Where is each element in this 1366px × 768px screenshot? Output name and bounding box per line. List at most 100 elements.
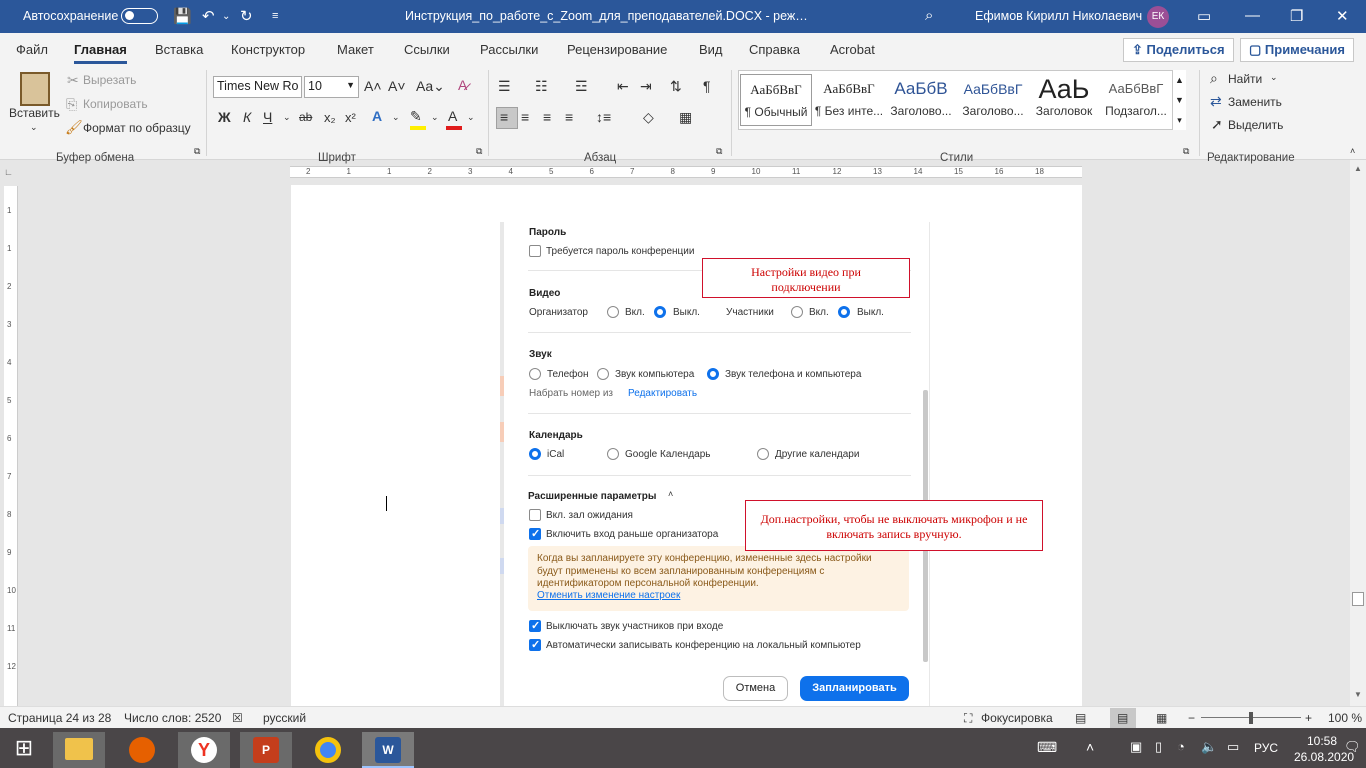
- customize-toolbar-icon[interactable]: ≡: [272, 10, 278, 22]
- vertical-scrollbar[interactable]: ▲ ▼: [1350, 160, 1366, 706]
- zoom-in-icon[interactable]: +: [1305, 711, 1312, 725]
- grow-font-icon[interactable]: A˄: [364, 78, 382, 94]
- close-icon[interactable]: ✕: [1336, 7, 1349, 25]
- text-effects-icon[interactable]: A: [372, 108, 382, 124]
- style-subtitle[interactable]: АаБбВвГ Подзагол...: [1100, 74, 1172, 126]
- redo-icon[interactable]: ↻: [240, 7, 253, 25]
- increase-indent-icon[interactable]: ⇥: [640, 78, 652, 95]
- clock-time[interactable]: 10:58: [1307, 734, 1337, 748]
- word-taskbar-button[interactable]: W: [362, 732, 414, 768]
- dialog-launcher-icon[interactable]: ⧉: [194, 146, 200, 157]
- align-right-icon[interactable]: ≡: [543, 109, 551, 125]
- superscript-icon[interactable]: x²: [345, 110, 356, 125]
- avatar[interactable]: ЕК: [1147, 6, 1169, 28]
- tab-acrobat[interactable]: Acrobat: [830, 42, 875, 57]
- chrome-taskbar-button[interactable]: [302, 732, 354, 768]
- firefox-taskbar-button[interactable]: [116, 732, 168, 768]
- save-icon[interactable]: 💾: [173, 7, 192, 25]
- italic-button[interactable]: К: [243, 109, 251, 125]
- zoom-out-icon[interactable]: −: [1188, 711, 1195, 725]
- bold-button[interactable]: Ж: [218, 109, 231, 125]
- focus-button[interactable]: Фокусировка: [981, 711, 1053, 725]
- align-center-icon[interactable]: ≡: [521, 109, 529, 125]
- word-count[interactable]: Число слов: 2520: [124, 711, 221, 725]
- paste-button[interactable]: Вставить: [9, 106, 60, 120]
- explorer-taskbar-button[interactable]: [53, 732, 105, 768]
- format-painter-button[interactable]: Формат по образцу: [83, 121, 191, 135]
- start-button[interactable]: ⊞: [0, 728, 48, 768]
- undo-dropdown-icon[interactable]: ⌄: [222, 11, 230, 22]
- scroll-thumb[interactable]: [1352, 592, 1364, 606]
- share-button[interactable]: ⇪ Поделиться: [1123, 38, 1234, 62]
- search-icon[interactable]: ⌕: [925, 7, 933, 24]
- zoom-level[interactable]: 100 %: [1328, 711, 1362, 725]
- tab-help[interactable]: Справка: [749, 42, 800, 57]
- highlight-icon[interactable]: ✎: [410, 108, 422, 125]
- numbering-icon[interactable]: ☷: [535, 78, 548, 95]
- paste-icon[interactable]: [20, 72, 50, 106]
- wifi-icon[interactable]: ◔: [1177, 739, 1185, 754]
- styles-dialog-launcher-icon[interactable]: ⧉: [1183, 146, 1189, 157]
- style-heading-1[interactable]: АаБбВ Заголово...: [885, 74, 957, 126]
- subscript-icon[interactable]: x₂: [324, 110, 336, 125]
- autosave-toggle[interactable]: [121, 8, 158, 24]
- underline-button[interactable]: Ч: [263, 109, 272, 125]
- sort-icon[interactable]: ⇅: [670, 78, 682, 95]
- font-size-combo[interactable]: 10 ▼: [304, 76, 359, 98]
- paragraph-dialog-launcher-icon[interactable]: ⧉: [716, 146, 722, 157]
- select-button[interactable]: Выделить: [1228, 118, 1283, 132]
- find-button[interactable]: Найти: [1228, 72, 1262, 86]
- tab-file[interactable]: Файл: [16, 42, 48, 57]
- scroll-down-icon[interactable]: ▼: [1354, 690, 1362, 699]
- style-heading-2[interactable]: АаБбВвГ Заголово...: [957, 74, 1029, 126]
- style-normal[interactable]: АаБбВвГ ¶ Обычный: [740, 74, 812, 126]
- comments-button[interactable]: ▢ Примечания: [1240, 38, 1354, 62]
- tab-selector[interactable]: ∟: [4, 167, 13, 177]
- yandex-taskbar-button[interactable]: Y: [178, 732, 230, 768]
- tab-mailings[interactable]: Рассылки: [480, 42, 538, 57]
- font-name-combo[interactable]: Times New Ro: [213, 76, 302, 98]
- read-mode-icon[interactable]: ▤: [1075, 711, 1086, 725]
- battery-icon[interactable]: ▯: [1155, 739, 1162, 755]
- powerpoint-taskbar-button[interactable]: P: [240, 732, 292, 768]
- borders-icon[interactable]: ▦: [679, 109, 692, 126]
- font-dialog-launcher-icon[interactable]: ⧉: [476, 146, 482, 157]
- app-tray-icon[interactable]: ▣: [1130, 739, 1142, 755]
- decrease-indent-icon[interactable]: ⇤: [617, 78, 629, 95]
- language-indicator[interactable]: русский: [263, 711, 306, 725]
- text-effects-dropdown-icon[interactable]: ⌄: [392, 112, 400, 123]
- copy-button[interactable]: Копировать: [83, 97, 148, 111]
- strikethrough-icon[interactable]: ab: [299, 110, 312, 124]
- underline-dropdown-icon[interactable]: ⌄: [283, 112, 291, 123]
- style-title[interactable]: АаЬ Заголовок: [1028, 74, 1100, 126]
- scroll-up-icon[interactable]: ▲: [1354, 164, 1362, 173]
- find-dropdown-icon[interactable]: ⌄: [1270, 72, 1278, 83]
- font-color-dropdown-icon[interactable]: ⌄: [467, 112, 475, 123]
- tab-references[interactable]: Ссылки: [404, 42, 450, 57]
- highlight-dropdown-icon[interactable]: ⌄: [431, 112, 439, 123]
- bullets-icon[interactable]: ☰: [498, 78, 511, 95]
- style-no-spacing[interactable]: АаБбВвГ ¶ Без инте...: [813, 74, 885, 126]
- tab-layout[interactable]: Макет: [337, 42, 374, 57]
- tab-review[interactable]: Рецензирование: [567, 42, 667, 57]
- tab-insert[interactable]: Вставка: [155, 42, 203, 57]
- tab-home[interactable]: Главная: [74, 42, 127, 64]
- tab-view[interactable]: Вид: [699, 42, 723, 57]
- font-color-icon[interactable]: A: [448, 108, 457, 124]
- styles-scroll[interactable]: ▲ ▼ ▾: [1172, 70, 1186, 130]
- web-layout-icon[interactable]: ▦: [1156, 711, 1167, 725]
- volume-icon[interactable]: 🔈: [1201, 739, 1217, 755]
- restore-icon[interactable]: ❐: [1290, 7, 1303, 25]
- network-icon[interactable]: ▭: [1227, 739, 1239, 755]
- proofing-icon[interactable]: ☒: [232, 711, 243, 725]
- input-language[interactable]: РУС: [1254, 741, 1278, 755]
- zoom-slider-thumb[interactable]: [1249, 712, 1253, 724]
- shading-icon[interactable]: ◇: [643, 109, 654, 126]
- clear-formatting-icon[interactable]: A̷: [458, 77, 467, 93]
- ribbon-display-icon[interactable]: ▭: [1197, 7, 1211, 25]
- show-marks-icon[interactable]: ¶: [703, 78, 711, 94]
- collapse-ribbon-icon[interactable]: ˄: [1350, 146, 1355, 156]
- multilevel-list-icon[interactable]: ☲: [575, 78, 588, 95]
- page-count[interactable]: Страница 24 из 28: [8, 711, 111, 725]
- show-hidden-icons-icon[interactable]: ˄: [1086, 739, 1094, 755]
